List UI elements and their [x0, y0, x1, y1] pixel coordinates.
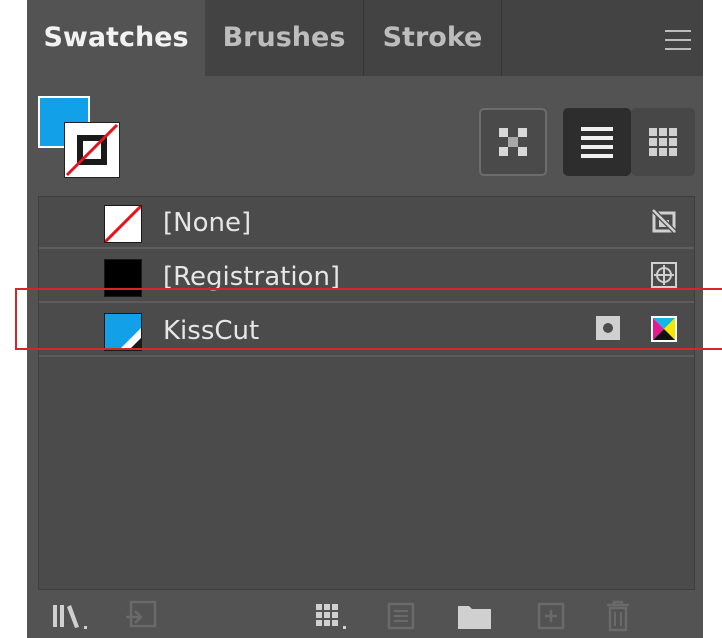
- show-all-swatches-button[interactable]: [479, 108, 547, 176]
- registration-icon: [651, 262, 677, 288]
- swatch-chip-registration: [104, 259, 142, 297]
- swatch-row-registration[interactable]: [Registration]: [39, 251, 694, 303]
- none-swatch-icon: [103, 204, 143, 244]
- show-swatch-kinds-menu-icon[interactable]: [314, 599, 354, 633]
- new-swatch-icon[interactable]: [535, 599, 569, 633]
- list-view-button[interactable]: [563, 108, 631, 176]
- place-swatch-icon[interactable]: [123, 599, 163, 633]
- swatch-row-none[interactable]: [None]: [39, 197, 694, 249]
- tab-brushes[interactable]: Brushes: [205, 0, 364, 76]
- swatch-chip-none: [103, 204, 143, 244]
- delete-swatch-icon[interactable]: [603, 599, 633, 633]
- swatch-name: [Registration]: [163, 262, 341, 292]
- cmyk-icon: [651, 316, 677, 342]
- tab-brushes-label: Brushes: [222, 22, 346, 53]
- swatch-name: [None]: [163, 208, 252, 238]
- swatch-options-icon[interactable]: [385, 599, 419, 633]
- swatch-chip-kisscut: [104, 313, 142, 351]
- swatch-name: KissCut: [163, 316, 260, 346]
- swatch-row-kisscut[interactable]: KissCut: [39, 305, 694, 357]
- swatch-list[interactable]: [None] [Registration] KissCut: [38, 196, 695, 590]
- tab-stroke-label: Stroke: [382, 22, 483, 53]
- stroke-box[interactable]: [64, 122, 120, 178]
- tab-swatches-label: Swatches: [43, 22, 189, 53]
- fill-stroke-proxy[interactable]: [38, 96, 123, 178]
- swatch-libraries-menu-icon[interactable]: [51, 599, 95, 633]
- stroke-none-icon: [65, 123, 119, 177]
- panel-tab-bar: Swatches Brushes Stroke: [27, 0, 703, 76]
- hamburger-menu-icon[interactable]: [665, 30, 691, 52]
- tab-swatches[interactable]: Swatches: [27, 0, 205, 76]
- tab-stroke[interactable]: Stroke: [364, 0, 502, 76]
- thumbnail-view-icon: [649, 128, 677, 156]
- spot-corner-icon: [119, 328, 141, 350]
- cannot-edit-icon: [651, 208, 677, 234]
- show-all-swatches-icon: [499, 128, 527, 156]
- swatches-panel: Swatches Brushes Stroke [None] [Registra…: [27, 0, 703, 638]
- spot-color-icon: [596, 316, 620, 340]
- new-color-group-icon[interactable]: [455, 599, 495, 633]
- list-view-icon: [581, 127, 613, 158]
- thumbnail-view-button[interactable]: [631, 108, 695, 176]
